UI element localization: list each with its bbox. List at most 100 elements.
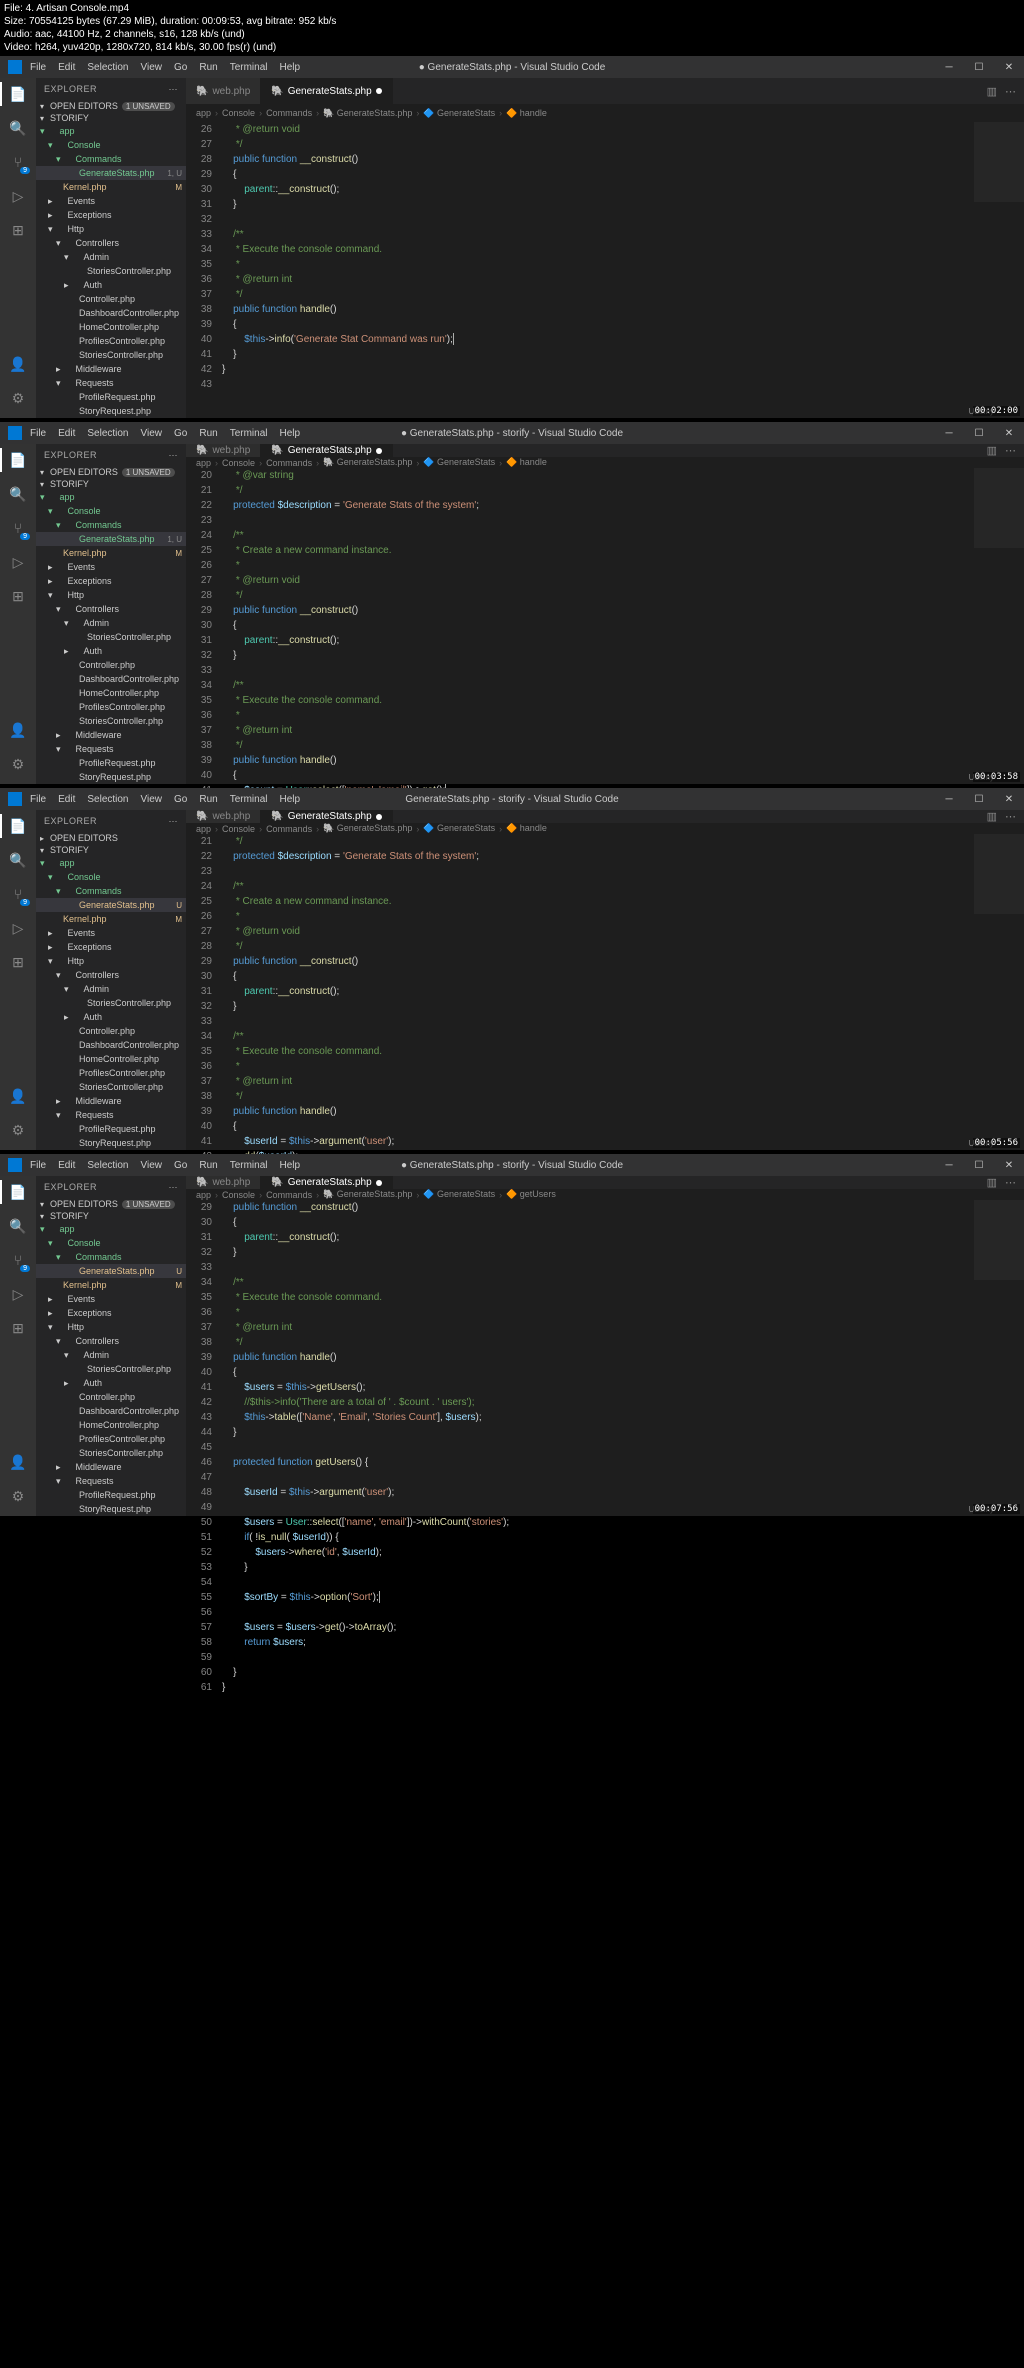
- tree-item[interactable]: ▸ Middleware: [36, 1460, 186, 1474]
- tree-item[interactable]: ▾ Console: [36, 504, 186, 518]
- extensions-icon[interactable]: ⊞: [8, 952, 28, 972]
- tree-item[interactable]: Kernel.php M: [36, 912, 186, 926]
- explorer-icon[interactable]: 📄: [8, 84, 28, 104]
- split-editor-icon[interactable]: ▥: [987, 810, 997, 823]
- account-icon[interactable]: 👤: [8, 1452, 28, 1472]
- menu-file[interactable]: File: [30, 794, 46, 805]
- debug-icon[interactable]: ▷: [8, 186, 28, 206]
- tree-item[interactable]: ▾ Http: [36, 588, 186, 602]
- tree-item[interactable]: ▾ app: [36, 124, 186, 138]
- menu-edit[interactable]: Edit: [58, 62, 75, 73]
- tree-item[interactable]: ▾ Requests: [36, 742, 186, 756]
- tree-item[interactable]: ▸ Auth: [36, 278, 186, 292]
- source-control-icon[interactable]: ⑂9: [8, 1250, 28, 1270]
- menu-terminal[interactable]: Terminal: [230, 794, 268, 805]
- explorer-icon[interactable]: 📄: [8, 1182, 28, 1202]
- tree-item[interactable]: ▾ Http: [36, 222, 186, 236]
- tree-item[interactable]: ▾ Controllers: [36, 602, 186, 616]
- tree-item[interactable]: ▾ Console: [36, 870, 186, 884]
- tree-item[interactable]: HomeController.php: [36, 1418, 186, 1432]
- tree-item[interactable]: DashboardController.php: [36, 306, 186, 320]
- search-icon[interactable]: 🔍: [8, 1216, 28, 1236]
- workspace-section[interactable]: ▾ STORIFY: [36, 1210, 186, 1222]
- tab-web[interactable]: 🐘web.php: [186, 810, 261, 823]
- source-control-icon[interactable]: ⑂9: [8, 518, 28, 538]
- minimap[interactable]: [974, 468, 1024, 548]
- code-content[interactable]: * @return void */ public function __cons…: [222, 122, 1024, 418]
- tree-item[interactable]: ▸ Exceptions: [36, 208, 186, 222]
- tree-item[interactable]: Kernel.php M: [36, 180, 186, 194]
- breadcrumb[interactable]: app› Console› Commands› 🐘 GenerateStats.…: [186, 823, 1024, 834]
- code-editor[interactable]: 2930313233343536373839404142434445464748…: [186, 1200, 1024, 1695]
- tree-item[interactable]: ▾ Commands: [36, 1250, 186, 1264]
- extensions-icon[interactable]: ⊞: [8, 586, 28, 606]
- debug-icon[interactable]: ▷: [8, 918, 28, 938]
- menu-file[interactable]: File: [30, 1160, 46, 1171]
- minimap[interactable]: [974, 1200, 1024, 1280]
- menu-run[interactable]: Run: [199, 794, 217, 805]
- tree-item[interactable]: ProfileRequest.php: [36, 1488, 186, 1502]
- open-editors-section[interactable]: ▾ OPEN EDITORS 1 UNSAVED: [36, 466, 186, 478]
- tree-item[interactable]: StoriesController.php: [36, 1446, 186, 1460]
- tree-item[interactable]: ▸ Exceptions: [36, 1306, 186, 1320]
- close-button[interactable]: ✕: [994, 422, 1024, 444]
- source-control-icon[interactable]: ⑂9: [8, 152, 28, 172]
- tree-item[interactable]: ▾ app: [36, 856, 186, 870]
- extensions-icon[interactable]: ⊞: [8, 1318, 28, 1338]
- account-icon[interactable]: 👤: [8, 354, 28, 374]
- tree-item[interactable]: ▾ Commands: [36, 152, 186, 166]
- tree-item[interactable]: ▾ Admin: [36, 982, 186, 996]
- open-editors-section[interactable]: ▾ OPEN EDITORS 1 UNSAVED: [36, 100, 186, 112]
- more-icon[interactable]: ⋯: [169, 1182, 179, 1193]
- explorer-icon[interactable]: 📄: [8, 450, 28, 470]
- tree-item[interactable]: HomeController.php: [36, 686, 186, 700]
- tab-generate-stats[interactable]: 🐘GenerateStats.php: [261, 78, 392, 104]
- menu-terminal[interactable]: Terminal: [230, 62, 268, 73]
- debug-icon[interactable]: ▷: [8, 1284, 28, 1304]
- menu-go[interactable]: Go: [174, 794, 187, 805]
- tree-item[interactable]: ▾ Admin: [36, 616, 186, 630]
- tree-item[interactable]: ▾ Commands: [36, 884, 186, 898]
- minimize-button[interactable]: ─: [934, 788, 964, 810]
- tree-item[interactable]: Controller.php: [36, 1390, 186, 1404]
- minimap[interactable]: [974, 834, 1024, 914]
- open-editors-section[interactable]: ▸ OPEN EDITORS: [36, 832, 186, 844]
- workspace-section[interactable]: ▾ STORIFY: [36, 844, 186, 856]
- tree-item[interactable]: ▾ Requests: [36, 376, 186, 390]
- close-button[interactable]: ✕: [994, 56, 1024, 78]
- tree-item[interactable]: ▸ Events: [36, 560, 186, 574]
- tree-item[interactable]: StoriesController.php: [36, 1080, 186, 1094]
- more-icon[interactable]: ⋯: [169, 816, 179, 827]
- tree-item[interactable]: DashboardController.php: [36, 1404, 186, 1418]
- menu-run[interactable]: Run: [199, 1160, 217, 1171]
- minimize-button[interactable]: ─: [934, 1154, 964, 1176]
- tree-item[interactable]: ProfileRequest.php: [36, 756, 186, 770]
- menu-run[interactable]: Run: [199, 428, 217, 439]
- menu-edit[interactable]: Edit: [58, 794, 75, 805]
- tree-item[interactable]: ▾ Requests: [36, 1474, 186, 1488]
- code-editor[interactable]: 262728293031323334353637383940414243 * @…: [186, 122, 1024, 418]
- debug-icon[interactable]: ▷: [8, 552, 28, 572]
- tree-item[interactable]: HomeController.php: [36, 1052, 186, 1066]
- tree-item[interactable]: ProfilesController.php: [36, 1066, 186, 1080]
- tree-item[interactable]: ▾ app: [36, 1222, 186, 1236]
- menu-go[interactable]: Go: [174, 62, 187, 73]
- tree-item[interactable]: HomeController.php: [36, 320, 186, 334]
- tree-item[interactable]: ▸ Middleware: [36, 362, 186, 376]
- tree-item[interactable]: ▾ Commands: [36, 518, 186, 532]
- tree-item[interactable]: StoriesController.php: [36, 264, 186, 278]
- tab-generate-stats[interactable]: 🐘GenerateStats.php: [261, 810, 392, 823]
- tree-item[interactable]: ▾ Console: [36, 138, 186, 152]
- tree-item[interactable]: GenerateStats.php U: [36, 1264, 186, 1278]
- workspace-section[interactable]: ▾ STORIFY: [36, 478, 186, 490]
- tab-web[interactable]: 🐘web.php: [186, 1176, 261, 1189]
- menu-help[interactable]: Help: [280, 428, 301, 439]
- settings-icon[interactable]: ⚙: [8, 1120, 28, 1140]
- tree-item[interactable]: ProfileRequest.php: [36, 390, 186, 404]
- tree-item[interactable]: GenerateStats.php 1, U: [36, 166, 186, 180]
- tree-item[interactable]: DashboardController.php: [36, 672, 186, 686]
- tree-item[interactable]: ▾ Controllers: [36, 968, 186, 982]
- menu-selection[interactable]: Selection: [87, 62, 128, 73]
- breadcrumb[interactable]: app› Console› Commands› 🐘 GenerateStats.…: [186, 457, 1024, 468]
- menu-file[interactable]: File: [30, 428, 46, 439]
